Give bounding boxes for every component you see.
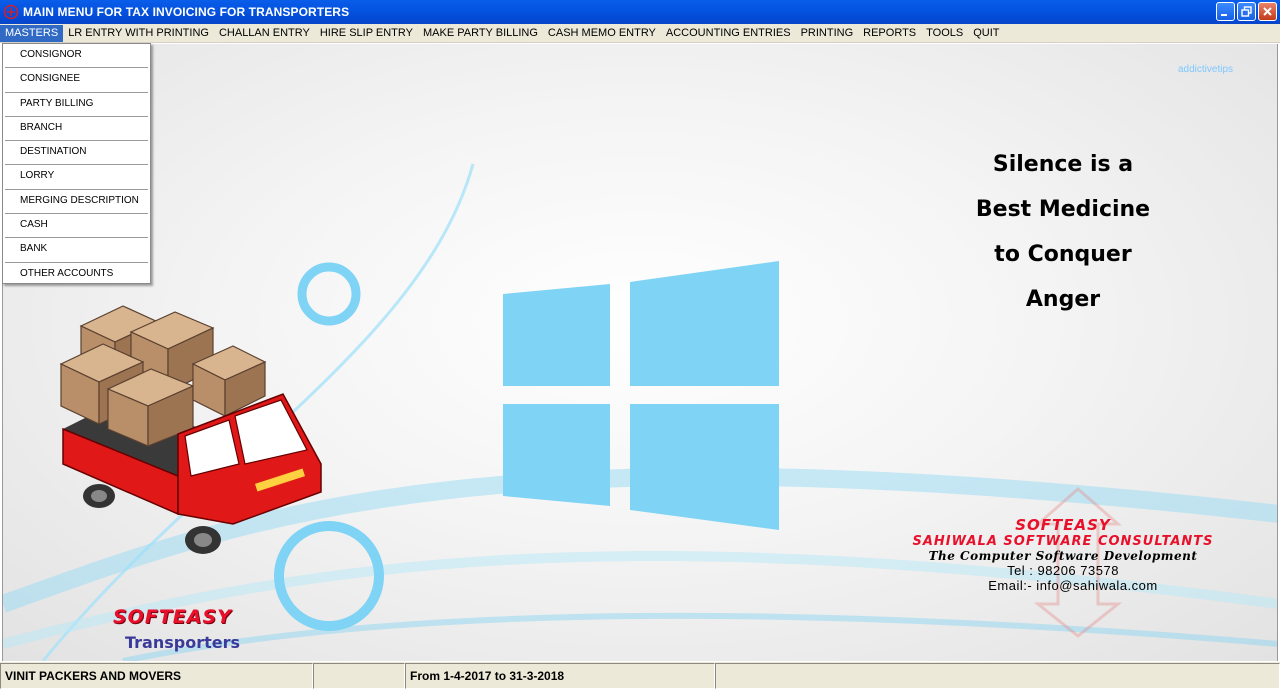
quote-line: Anger bbox=[1025, 287, 1101, 312]
minimize-button[interactable] bbox=[1216, 2, 1235, 21]
ring-small bbox=[297, 262, 361, 326]
close-button[interactable] bbox=[1258, 2, 1277, 21]
menu-printing[interactable]: PRINTING bbox=[796, 25, 859, 42]
status-period: From 1-4-2017 to 31-3-2018 bbox=[405, 663, 715, 689]
watermark-text: addictivetips bbox=[1178, 64, 1234, 75]
dropdown-item-merging-description[interactable]: MERGING DESCRIPTION bbox=[5, 190, 148, 215]
menu-reports[interactable]: REPORTS bbox=[858, 25, 921, 42]
dropdown-item-cash[interactable]: CASH bbox=[5, 214, 148, 239]
quote-line: to Conquer bbox=[994, 242, 1132, 267]
menu-make-party-billing[interactable]: MAKE PARTY BILLING bbox=[418, 25, 543, 42]
quote-text: Silence is a Best Medicine to Conquer An… bbox=[903, 142, 1223, 322]
menu-quit[interactable]: QUIT bbox=[968, 25, 1004, 42]
app-logo-icon[interactable] bbox=[3, 4, 19, 20]
desktop-background: addictivetips Silence is a Best Medicine… bbox=[2, 44, 1278, 661]
menu-bar: MASTERS LR ENTRY WITH PRINTING CHALLAN E… bbox=[0, 24, 1280, 43]
dropdown-item-consignee[interactable]: CONSIGNEE bbox=[5, 68, 148, 93]
quote-line: Best Medicine bbox=[975, 197, 1151, 222]
company-tagline: The Computer Software Development bbox=[928, 549, 1198, 563]
company-email: Email:- info@sahiwala.com bbox=[988, 578, 1158, 593]
title-bar: MAIN MENU FOR TAX INVOICING FOR TRANSPOR… bbox=[0, 0, 1280, 24]
minimize-icon bbox=[1221, 14, 1227, 16]
menu-masters[interactable]: MASTERS bbox=[0, 24, 64, 42]
close-icon bbox=[1263, 7, 1272, 16]
dropdown-item-other-accounts[interactable]: OTHER ACCOUNTS bbox=[5, 263, 148, 287]
status-company: VINIT PACKERS AND MOVERS bbox=[0, 663, 313, 689]
quote-line: Silence is a bbox=[992, 152, 1134, 177]
dropdown-item-party-billing[interactable]: PARTY BILLING bbox=[5, 93, 148, 117]
dropdown-item-consignor[interactable]: CONSIGNOR bbox=[5, 44, 148, 69]
status-blank bbox=[313, 663, 405, 689]
company-brand: SOFTEASY bbox=[1015, 516, 1111, 534]
dropdown-item-destination[interactable]: DESTINATION bbox=[5, 141, 148, 166]
menu-lr-entry[interactable]: LR ENTRY WITH PRINTING bbox=[63, 25, 214, 42]
logo-product: Transporters bbox=[125, 633, 241, 652]
window-title: MAIN MENU FOR TAX INVOICING FOR TRANSPOR… bbox=[23, 5, 350, 19]
dropdown-item-lorry[interactable]: LORRY bbox=[5, 165, 148, 190]
windows-logo-icon bbox=[503, 261, 779, 530]
company-name: SAHIWALA SOFTWARE CONSULTANTS bbox=[912, 534, 1214, 549]
company-tel: Tel : 98206 73578 bbox=[1007, 563, 1119, 578]
status-extra bbox=[715, 663, 1280, 689]
masters-dropdown: CONSIGNOR CONSIGNEE PARTY BILLING BRANCH… bbox=[2, 43, 151, 284]
restore-button[interactable] bbox=[1237, 2, 1256, 21]
company-info: SOFTEASY SAHIWALA SOFTWARE CONSULTANTS T… bbox=[863, 516, 1263, 593]
status-bar: VINIT PACKERS AND MOVERS From 1-4-2017 t… bbox=[0, 661, 1280, 689]
menu-hire-slip-entry[interactable]: HIRE SLIP ENTRY bbox=[315, 25, 418, 42]
menu-tools[interactable]: TOOLS bbox=[921, 25, 968, 42]
window-controls bbox=[1216, 2, 1277, 21]
restore-icon bbox=[1241, 6, 1252, 17]
menu-accounting-entries[interactable]: ACCOUNTING ENTRIES bbox=[661, 25, 796, 42]
logo-brand: SOFTEASY bbox=[113, 606, 232, 628]
menu-cash-memo-entry[interactable]: CASH MEMO ENTRY bbox=[543, 25, 661, 42]
dropdown-item-branch[interactable]: BRANCH bbox=[5, 117, 148, 142]
dropdown-item-bank[interactable]: BANK bbox=[5, 238, 148, 263]
menu-challan-entry[interactable]: CHALLAN ENTRY bbox=[214, 25, 315, 42]
